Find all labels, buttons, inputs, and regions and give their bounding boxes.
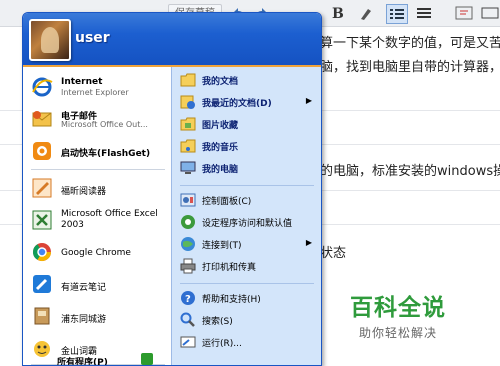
avatar[interactable] [29,19,71,61]
search-icon [180,312,196,328]
programs-pane: Internet Internet Explorer 电子邮件 Microsof… [23,67,171,365]
article-text: 算一下某个数字的值，可是又苦于 [320,36,500,51]
place-recent-documents[interactable]: 我最近的文档(D) ▶ [176,93,320,113]
setting-label: 打印机和传真 [202,263,257,273]
recent-label: Microsoft Office Excel 2003 [61,209,158,230]
recent-chrome[interactable]: Google Chrome [27,237,169,267]
place-label: 我最近的文档(D) [202,99,272,109]
recent-label: Google Chrome [61,248,131,258]
watermark-subtitle: 助你轻松解决 [358,326,437,340]
tool-label: 帮助和支持(H) [202,295,261,305]
recent-pudong-game[interactable]: 浦东同城游 [27,301,169,331]
recent-label: 启动快车(FlashGet) [61,149,151,159]
pinned-email[interactable]: 电子邮件 Microsoft Office Out... [27,103,169,135]
setting-control-panel[interactable]: 控制面板(C) [176,191,320,211]
recent-label: 福昕阅读器 [61,187,107,197]
chrome-icon [31,241,53,263]
recent-label: 有道云笔记 [61,283,107,293]
setting-label: 设定程序访问和默认值 [202,219,293,229]
ordered-list-icon[interactable] [386,4,408,24]
tool-label: 运行(R)... [202,339,242,349]
recent-flashget[interactable]: 启动快车(FlashGet) [27,137,169,165]
pinned-internet[interactable]: Internet Internet Explorer [27,71,169,103]
pinned-sublabel: Internet Explorer [61,88,129,97]
recent-foxit[interactable]: 福昕阅读器 [27,173,169,203]
printer-icon [180,258,196,274]
pudong-game-icon [31,305,53,327]
arrow-right-icon [141,353,153,365]
place-label: 我的音乐 [202,143,239,153]
watermark-title: 百科全说 [350,295,446,321]
menu-separator [180,283,314,284]
place-my-music[interactable]: 我的音乐 [176,137,320,157]
tool-search[interactable]: 搜索(S) [176,311,320,331]
submenu-arrow-icon: ▶ [305,238,312,247]
all-programs-label: 所有程序(P) [57,358,108,366]
pinned-sublabel: Microsoft Office Out... [61,120,148,129]
program-access-icon [180,214,196,230]
place-my-pictures[interactable]: 图片收藏 [176,115,320,135]
all-programs-button[interactable]: 所有程序(P) [23,353,171,366]
tool-run[interactable]: 运行(R)... [176,333,320,353]
network-globe-icon [180,236,196,252]
setting-printers-faxes[interactable]: 打印机和传真 [176,257,320,277]
places-pane: 我的文档 我最近的文档(D) ▶ 图片收藏 我的音乐 我的电脑 控制面板(C) … [171,67,321,365]
recent-label: 浦东同城游 [61,315,107,325]
recent-documents-icon [180,94,196,110]
quote-icon[interactable] [454,4,474,22]
article-text: 的电脑，标准安装的windows操作 [320,164,500,179]
help-icon: ? [180,290,196,306]
place-label: 图片收藏 [202,121,239,131]
setting-label: 控制面板(C) [202,197,252,207]
tool-help-support[interactable]: ? 帮助和支持(H) [176,289,320,309]
folder-pictures-icon [180,116,196,132]
article-text: 脑，找到电脑里自带的计算器，解 [320,60,500,75]
setting-program-access[interactable]: 设定程序访问和默认值 [176,213,320,233]
watermark-logo: 百科全说 助你轻松解决 [328,288,468,341]
place-my-computer[interactable]: 我的电脑 [176,159,320,179]
bold-icon[interactable]: B [328,4,348,22]
internet-explorer-icon [31,76,53,98]
flashget-icon [31,140,53,162]
svg-text:B: B [332,6,344,22]
setting-label: 连接到(T) [202,241,242,251]
start-menu-header: user [23,13,321,67]
foxit-reader-icon [31,177,53,199]
control-panel-icon [180,192,196,208]
menu-separator [31,169,165,170]
run-icon [180,334,196,350]
folder-documents-icon [180,72,196,88]
outlook-icon [31,108,53,130]
format-icon[interactable] [480,4,500,22]
svg-text:?: ? [185,294,191,305]
recent-excel[interactable]: Microsoft Office Excel 2003 [27,205,169,235]
computer-icon [180,160,196,176]
youdao-note-icon [31,273,53,295]
tool-label: 搜索(S) [202,317,233,327]
setting-connect-to[interactable]: 连接到(T) ▶ [176,235,320,255]
excel-icon [31,209,53,231]
folder-music-icon [180,138,196,154]
recent-youdao[interactable]: 有道云笔记 [27,269,169,299]
pinned-label: Internet [61,77,103,87]
article-text: 状态 [320,246,347,261]
username: user [75,30,110,46]
submenu-arrow-icon: ▶ [305,96,312,105]
brush-icon[interactable] [356,4,376,22]
menu-separator [180,185,314,186]
place-label: 我的电脑 [202,165,239,175]
start-menu: user Internet Internet Explorer 电子邮件 Mic… [22,12,322,366]
place-label: 我的文档 [202,77,239,87]
unordered-list-icon[interactable] [414,4,434,22]
place-my-documents[interactable]: 我的文档 [176,71,320,91]
